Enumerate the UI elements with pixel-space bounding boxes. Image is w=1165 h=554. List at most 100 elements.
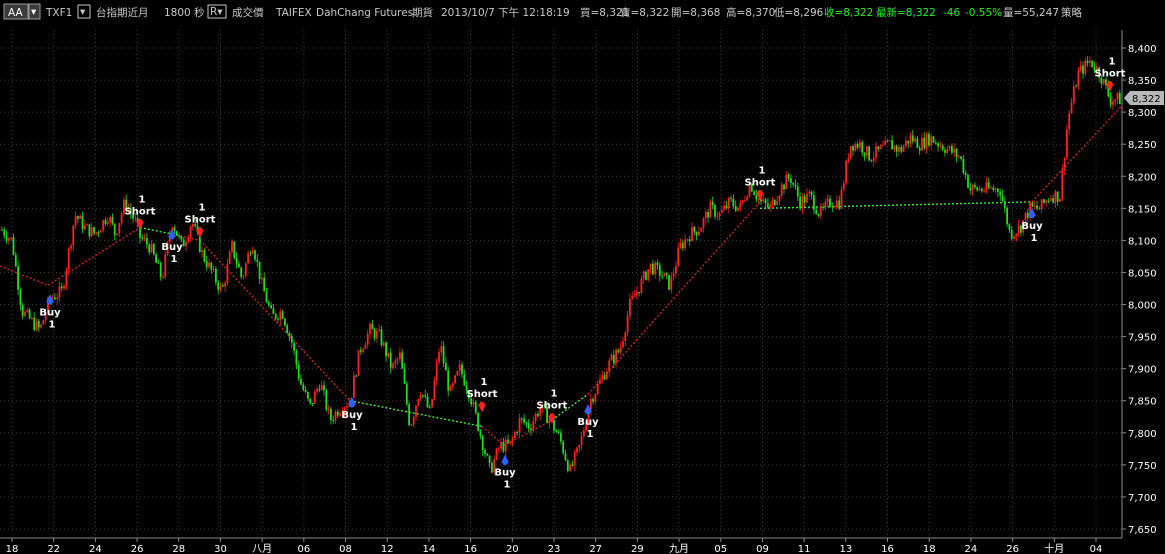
price-bar-body	[948, 146, 951, 149]
price-bar-body	[189, 226, 192, 238]
price-bar-body	[806, 193, 808, 203]
price-bar-body	[757, 199, 760, 201]
price-bar-body	[79, 215, 82, 219]
latest-label: 最新=8,322	[876, 6, 936, 19]
x-tick-label: 24	[89, 544, 102, 554]
price-bar-body	[953, 148, 956, 153]
price-bar-body	[442, 346, 445, 363]
price-bar-body	[1070, 102, 1073, 114]
price-bar-body	[980, 188, 983, 191]
price-bar-body	[164, 254, 167, 277]
price-bar-body	[97, 232, 100, 234]
price-bar-body	[40, 324, 42, 328]
price-bar-body	[401, 352, 404, 369]
x-tick-label: 11	[798, 544, 811, 554]
price-bar-body	[491, 463, 493, 473]
price-bar-body	[838, 200, 841, 209]
price-bar-body	[794, 184, 797, 187]
price-bar-body	[914, 138, 916, 142]
price-bar-body	[875, 146, 877, 158]
x-tick-label: 八月	[252, 543, 272, 554]
price-bar-body	[187, 237, 190, 242]
price-bar-body	[1040, 199, 1043, 210]
price-bar-body	[679, 242, 682, 248]
price-bar-body	[615, 349, 617, 363]
price-bar-body	[417, 399, 420, 406]
price-bar-body	[776, 200, 778, 206]
price-bar-body	[224, 282, 226, 287]
price-bar-body	[951, 146, 953, 153]
price-bar-body	[987, 182, 990, 188]
x-tick-label: 09	[756, 544, 769, 554]
price-bar-body	[548, 419, 551, 424]
price-bar-body	[831, 206, 834, 208]
price-bar-body	[355, 375, 358, 377]
price-bar-body	[484, 450, 486, 455]
price-bar-body	[433, 380, 436, 399]
price-bar-body	[63, 285, 65, 289]
price-bar-body	[327, 408, 330, 410]
price-bar-body	[359, 350, 362, 352]
price-bar-body	[573, 452, 576, 466]
price-bar-body	[711, 201, 714, 206]
price-bar-body	[898, 147, 900, 152]
buy-signal-qty: 1	[351, 422, 358, 433]
price-bar-body	[718, 212, 721, 217]
price-bar-body	[435, 362, 438, 381]
price-bar-body	[691, 226, 693, 242]
price-bar-body	[879, 145, 882, 149]
y-tick-label: 7,750	[1128, 461, 1157, 472]
price-bar-body	[263, 277, 266, 292]
price-bar-body	[845, 160, 847, 184]
price-bar-body	[120, 213, 123, 223]
y-tick-label: 8,400	[1128, 44, 1157, 55]
price-bar-body	[28, 309, 31, 319]
price-bar-body	[3, 229, 6, 236]
short-marker-dot	[1107, 80, 1113, 86]
price-bar-body	[534, 413, 537, 422]
high-label: 高=8,370	[726, 6, 775, 19]
price-bar-body	[90, 227, 93, 237]
x-tick-label: 06	[297, 544, 310, 554]
price-bar-body	[408, 404, 410, 425]
price-bar-body	[180, 235, 183, 240]
price-bar-body	[893, 145, 896, 150]
price-bar-body	[997, 188, 999, 193]
y-tick-label: 7,900	[1128, 365, 1157, 376]
price-bar-body	[532, 421, 535, 431]
price-bar-body	[928, 133, 930, 146]
price-bar-body	[888, 140, 891, 142]
x-tick-label: 27	[589, 544, 602, 554]
price-bar-body	[564, 453, 567, 461]
price-bar-body	[272, 308, 275, 314]
price-bar-body	[33, 317, 36, 330]
price-bar-body	[707, 212, 709, 218]
price-bar-body	[72, 225, 75, 246]
price-bar-body	[514, 432, 516, 438]
price-bar-body	[985, 182, 988, 191]
price-bar-body	[815, 209, 818, 214]
price-bar-body	[88, 224, 91, 237]
price-bar-body	[412, 416, 415, 425]
buy-signal-qty: 1	[49, 319, 56, 330]
price-bar-body	[870, 160, 873, 162]
price-bar-body	[313, 391, 316, 404]
price-bar-body	[316, 388, 318, 392]
price-bar-body	[336, 411, 339, 416]
x-tick-label: 20	[506, 544, 519, 554]
price-bar-body	[525, 422, 528, 424]
short-signal-qty: 1	[759, 166, 766, 177]
price-bar-body	[1082, 65, 1084, 74]
price-bar-body	[238, 263, 240, 268]
x-tick-label: 26	[1006, 544, 1019, 554]
price-bar-body	[385, 342, 387, 357]
price-bar-body	[1063, 157, 1066, 170]
x-tick-label: 18	[6, 544, 19, 554]
price-bar-body	[1043, 199, 1045, 203]
short-signal-label: Short	[125, 206, 156, 217]
price-bar-body	[373, 329, 376, 339]
x-tick-label: 12	[381, 544, 394, 554]
price-bar-body	[863, 152, 866, 156]
price-bar-body	[939, 145, 942, 147]
price-bar-body	[909, 135, 912, 144]
